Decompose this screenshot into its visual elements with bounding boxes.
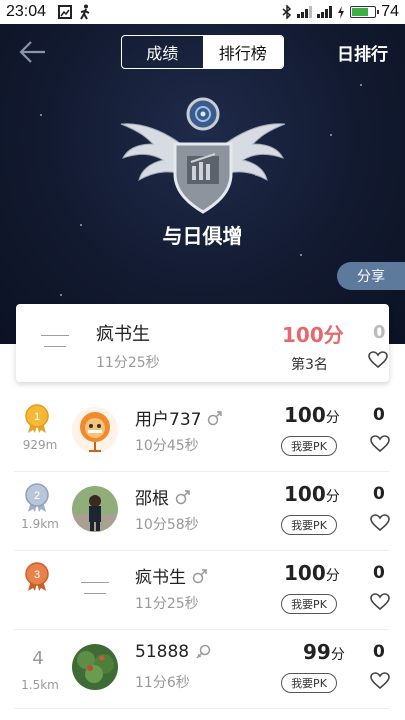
status-time: 23:04 xyxy=(6,3,47,20)
likes-count: 0 xyxy=(373,484,385,504)
text-logo-avatar xyxy=(38,330,72,352)
status-bar: 23:04 74 xyxy=(0,0,405,24)
tab-leaderboard[interactable]: 排行榜 xyxy=(202,36,283,68)
tab-switch: 成绩 排行榜 xyxy=(121,35,284,69)
user-time: 10分58秒 xyxy=(135,517,199,533)
svg-text:1: 1 xyxy=(34,411,40,423)
user-score: 100分 xyxy=(284,482,340,506)
signal-3g-icon xyxy=(297,6,313,18)
arrow-left-icon[interactable] xyxy=(18,38,48,66)
my-likes-count: 0 xyxy=(373,322,386,343)
heart-icon[interactable] xyxy=(370,593,390,611)
user-name: 邵根 xyxy=(135,484,191,509)
ranking-row[interactable]: 2 1.9km 邵根 10分58秒 100分 我要PK 0 xyxy=(14,472,390,551)
user-score: 99分 xyxy=(303,640,345,664)
user-score: 100分 xyxy=(284,561,340,585)
orange-lion-avatar[interactable] xyxy=(72,407,118,453)
leaderboard-screen: 23:04 74 成绩 排行榜 日排行 与日俱增 分享 疯书生 11分25秒 1… xyxy=(0,0,405,720)
pk-button[interactable]: 我要PK xyxy=(281,594,337,614)
distance-label: 1.5km xyxy=(21,678,59,692)
tab-scores[interactable]: 成绩 xyxy=(122,36,203,68)
battery-fill xyxy=(352,8,369,16)
photo-avatar[interactable] xyxy=(72,486,118,532)
charging-icon xyxy=(338,5,345,19)
battery-icon xyxy=(350,6,380,18)
heart-icon[interactable] xyxy=(370,514,390,532)
likes-count: 0 xyxy=(373,642,385,662)
gold-medal-icon: 1 xyxy=(25,404,49,433)
distance-label: 1.9km xyxy=(21,517,59,531)
svg-text:3: 3 xyxy=(34,569,40,581)
likes-count: 0 xyxy=(373,405,385,425)
silver-medal-icon: 2 xyxy=(25,483,49,512)
male-icon xyxy=(175,489,190,504)
daily-rank-button[interactable]: 日排行 xyxy=(337,40,388,65)
plant-photo-avatar[interactable] xyxy=(72,644,118,690)
user-name: 疯书生 xyxy=(135,563,208,588)
share-button[interactable]: 分享 xyxy=(337,262,405,290)
pk-button[interactable]: 我要PK xyxy=(281,515,337,535)
svg-text:2: 2 xyxy=(34,490,40,502)
badge-title: 与日俱增 xyxy=(162,224,243,248)
my-ranking-card[interactable]: 疯书生 11分25秒 100分 第3名 0 xyxy=(16,304,389,382)
pk-button[interactable]: 我要PK xyxy=(281,673,337,693)
user-score: 100分 xyxy=(284,403,340,427)
text-logo-avatar[interactable] xyxy=(72,565,118,611)
heart-icon[interactable] xyxy=(370,435,390,453)
my-time: 11分25秒 xyxy=(96,355,160,371)
ranking-row[interactable]: 4 1.5km 51888 11分6秒 99分 我要PK 0 xyxy=(14,630,390,709)
user-time: 11分6秒 xyxy=(135,675,190,691)
bluetooth-icon xyxy=(282,5,292,19)
distance-label: 929m xyxy=(22,438,58,452)
text-logo xyxy=(78,577,112,599)
male-icon xyxy=(192,568,207,583)
pk-button[interactable]: 我要PK xyxy=(281,436,337,456)
likes-count: 0 xyxy=(373,563,385,583)
heart-icon[interactable] xyxy=(370,672,390,690)
bronze-medal-icon: 3 xyxy=(25,562,49,591)
battery-percent: 74 xyxy=(381,3,399,20)
user-time: 10分45秒 xyxy=(135,438,199,454)
winged-shield-badge-icon xyxy=(120,97,286,214)
rank-number: 4 xyxy=(32,648,44,669)
male-icon xyxy=(208,410,223,425)
image-notification-icon xyxy=(58,5,73,19)
female-icon xyxy=(196,644,211,659)
signal-4g-icon xyxy=(317,6,333,18)
user-time: 11分25秒 xyxy=(135,596,199,612)
my-name: 疯书生 xyxy=(96,324,150,345)
user-name: 用户737 xyxy=(135,405,223,430)
ranking-row[interactable]: 1 929m 用户737 10分45秒 100分 我要PK 0 xyxy=(14,393,390,472)
my-rank: 第3名 xyxy=(291,357,328,373)
ranking-row[interactable]: 3 疯书生 11分25秒 100分 我要PK 0 xyxy=(14,551,390,630)
walking-icon xyxy=(80,4,90,20)
my-score: 100分 xyxy=(282,323,344,347)
user-name: 51888 xyxy=(135,642,211,662)
heart-icon[interactable] xyxy=(368,351,388,369)
badge-hero: 成绩 排行榜 日排行 与日俱增 分享 xyxy=(0,24,405,344)
